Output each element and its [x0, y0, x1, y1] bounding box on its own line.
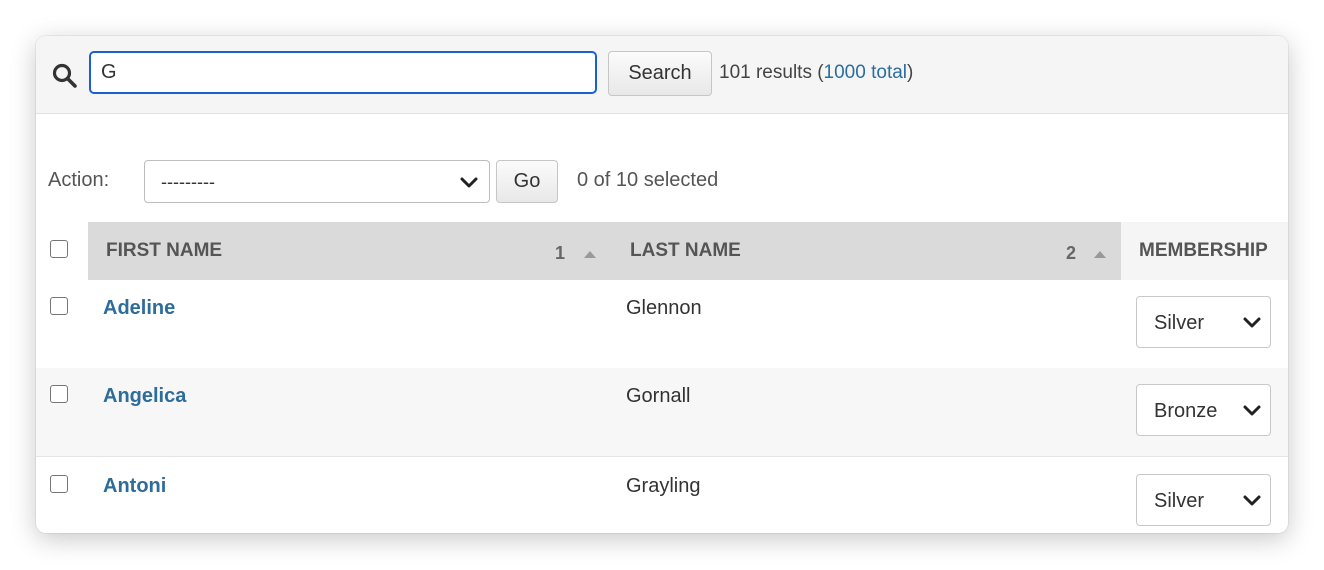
- table-row: Adeline Glennon Silver: [36, 280, 1288, 369]
- membership-select[interactable]: Bronze: [1136, 384, 1271, 436]
- row-checkbox[interactable]: [50, 385, 68, 403]
- search-input[interactable]: [89, 51, 597, 94]
- go-button[interactable]: Go: [496, 160, 558, 203]
- membership-value: Silver: [1154, 312, 1205, 334]
- changelist-window: Search 101 results (1000 total) Action: …: [36, 36, 1288, 533]
- membership-value: Bronze: [1154, 400, 1218, 422]
- first-name-link[interactable]: Angelica: [103, 385, 186, 408]
- last-name: Gornall: [626, 385, 691, 407]
- search-icon: [52, 63, 77, 88]
- action-label: Action:: [48, 169, 110, 191]
- table-row: Antoni Grayling Silver: [36, 456, 1288, 533]
- select-all-checkbox[interactable]: [50, 240, 68, 258]
- results-suffix: ): [907, 62, 914, 83]
- column-label: First name: [106, 240, 223, 261]
- results-summary: 101 results (1000 total): [719, 62, 913, 84]
- column-header-membership: Membership: [1121, 222, 1288, 280]
- first-name-link[interactable]: Adeline: [103, 297, 175, 320]
- action-select-value: ---------: [161, 172, 215, 192]
- results-prefix: 101 results (: [719, 62, 824, 83]
- column-label: Membership: [1139, 240, 1268, 261]
- chevron-down-icon: [1243, 317, 1261, 328]
- sort-ascending-icon[interactable]: [584, 251, 596, 258]
- column-header-last-name[interactable]: Last name 2: [620, 222, 1121, 280]
- column-header-first-name[interactable]: First name 1: [88, 222, 620, 280]
- row-checkbox[interactable]: [50, 297, 68, 315]
- table-row: Angelica Gornall Bronze: [36, 368, 1288, 457]
- sort-ascending-icon[interactable]: [1094, 251, 1106, 258]
- table-header: First name 1 Last name 2 Membership: [36, 222, 1288, 280]
- sort-priority: 2: [1066, 243, 1077, 263]
- membership-select[interactable]: Silver: [1136, 474, 1271, 526]
- search-toolbar: Search 101 results (1000 total): [36, 36, 1288, 114]
- membership-value: Silver: [1154, 490, 1205, 512]
- chevron-down-icon: [1243, 495, 1261, 506]
- chevron-down-icon: [460, 177, 478, 188]
- row-checkbox[interactable]: [50, 475, 68, 493]
- sort-priority: 1: [555, 243, 566, 263]
- column-label: Last name: [630, 240, 741, 261]
- last-name: Grayling: [626, 475, 701, 497]
- search-button[interactable]: Search: [608, 51, 712, 96]
- chevron-down-icon: [1243, 405, 1261, 416]
- select-all-cell: [36, 222, 88, 280]
- total-link[interactable]: 1000 total: [824, 62, 907, 83]
- last-name: Glennon: [626, 297, 702, 319]
- membership-select[interactable]: Silver: [1136, 296, 1271, 348]
- first-name-link[interactable]: Antoni: [103, 475, 166, 498]
- selected-count: 0 of 10 selected: [577, 169, 719, 191]
- action-select[interactable]: ---------: [144, 160, 490, 203]
